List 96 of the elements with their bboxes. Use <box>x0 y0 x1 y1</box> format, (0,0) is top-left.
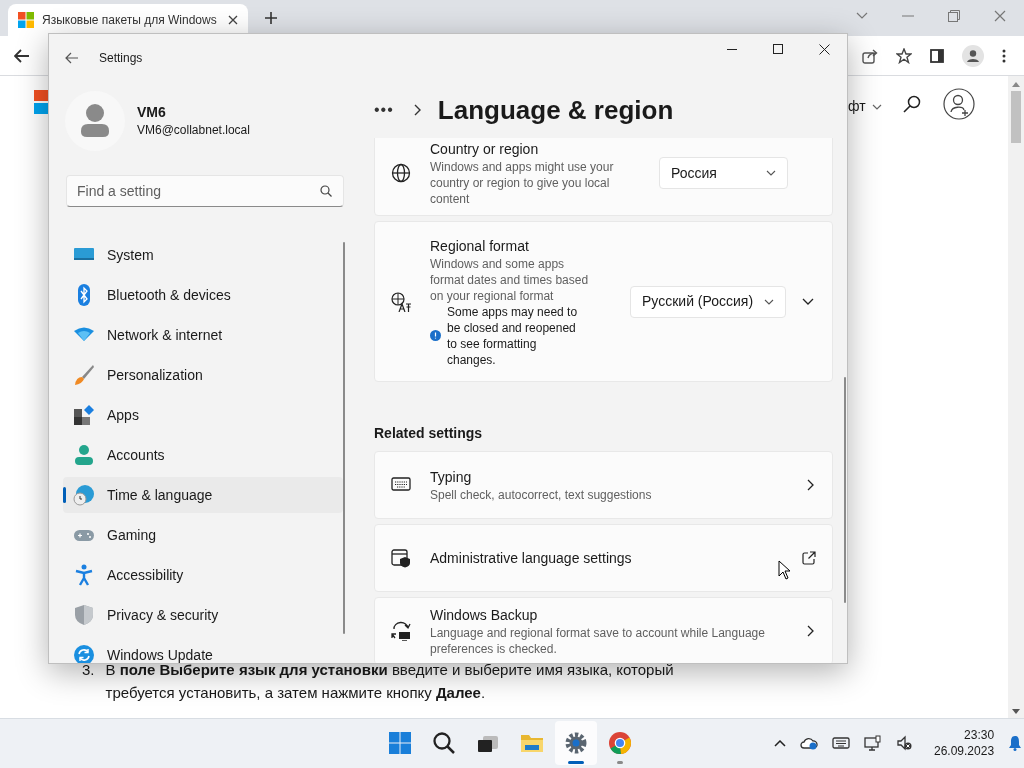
more-menu-icon[interactable] <box>1002 48 1006 63</box>
chevron-down-icon <box>871 103 882 110</box>
nav-item[interactable]: Accessibility <box>63 557 343 593</box>
search-icon[interactable] <box>903 95 921 113</box>
settings-card[interactable]: Windows Backup Language and regional format save to account while Language preferences is checked. <box>374 597 833 663</box>
language-icon <box>391 291 411 312</box>
nav-item[interactable]: Gaming <box>63 517 343 553</box>
close-icon[interactable] <box>819 43 830 55</box>
speaker-muted-icon[interactable] <box>896 735 912 751</box>
shield-icon <box>73 604 95 626</box>
nav-item[interactable]: Bluetooth & devices <box>63 277 343 313</box>
star-icon[interactable] <box>896 47 912 64</box>
scrollbar[interactable] <box>1008 76 1024 718</box>
settings-card[interactable]: Administrative language settings <box>374 524 833 592</box>
chevron-right-icon <box>807 479 814 491</box>
paintbrush-icon <box>73 364 95 386</box>
circle-logo-icon <box>608 731 632 755</box>
chevron-down-icon <box>766 170 776 176</box>
card-description: Windows and some apps format dates and times based on your regional format <box>430 255 590 304</box>
side-panel-icon[interactable] <box>930 48 944 63</box>
scrollbar[interactable] <box>343 242 345 634</box>
nav-item[interactable]: Time & language <box>63 477 343 513</box>
back-arrow-icon[interactable] <box>65 52 79 64</box>
taskbar-app-button[interactable] <box>555 721 597 765</box>
settings-card[interactable]: Typing Spell check, autocorrect, text suggestions <box>374 451 833 519</box>
maximize-icon[interactable] <box>773 44 783 54</box>
browser-tab[interactable]: Языковые пакеты для Windows <box>8 4 248 36</box>
accessibility-icon <box>73 564 95 586</box>
scroll-up-icon[interactable] <box>1012 82 1020 87</box>
nav-item[interactable]: Privacy & security <box>63 597 343 633</box>
card-description: Windows and apps might use your country or region to give you local content <box>430 159 615 207</box>
list-number: 3. <box>82 660 95 680</box>
chevron-up-icon[interactable] <box>774 739 786 747</box>
back-arrow-icon[interactable] <box>14 48 30 63</box>
card-title: Regional format <box>430 236 530 256</box>
chevron-down-icon <box>764 298 774 305</box>
logo-icon <box>34 90 48 114</box>
plus-icon[interactable] <box>264 11 278 25</box>
step-text: В поле Выберите язык для установки введите и выберите имя языка, который требуется установить, а затем нажмите кнопку Далее. <box>105 661 675 703</box>
globe-clock-icon <box>73 484 95 506</box>
nav-item[interactable]: Personalization <box>63 357 343 393</box>
restore-icon[interactable] <box>948 10 960 22</box>
minimize-icon[interactable] <box>727 48 737 50</box>
window-title: Settings <box>99 50 143 67</box>
cloud-icon[interactable] <box>800 736 818 750</box>
card-title: Windows Backup <box>430 606 539 625</box>
chevron-down-icon[interactable] <box>856 12 868 20</box>
mouse-cursor-icon <box>778 560 792 580</box>
share-icon[interactable] <box>862 47 878 64</box>
chevron-right-icon <box>807 625 814 637</box>
user-name: VM6 <box>137 103 167 121</box>
section-heading: Related settings <box>374 424 484 442</box>
profile-icon[interactable] <box>962 44 984 67</box>
info-icon <box>430 330 441 341</box>
keyboard-icon[interactable] <box>832 737 850 749</box>
dropdown[interactable]: Россия <box>659 157 788 189</box>
window-shield-icon <box>391 548 411 568</box>
nav-item[interactable]: Windows Update <box>63 637 343 663</box>
card-title: Country or region <box>430 140 540 159</box>
search-field[interactable]: Find a setting <box>66 175 344 207</box>
nav-item[interactable]: Apps <box>63 397 343 433</box>
account-icon[interactable] <box>943 88 975 120</box>
clock-date[interactable]: 26.09.2023 <box>934 743 995 759</box>
dropdown[interactable]: Русский (Россия) <box>630 285 786 318</box>
nav-item[interactable]: System <box>63 237 343 273</box>
start-icon <box>388 731 412 755</box>
scrollbar[interactable] <box>844 377 846 603</box>
info-note: Some apps may need to be closed and reopened to see formatting changes. <box>447 303 579 368</box>
network-icon[interactable] <box>864 735 882 751</box>
close-icon[interactable] <box>228 15 238 25</box>
person-icon <box>73 444 95 466</box>
apps-icon <box>73 404 95 426</box>
bell-icon[interactable] <box>1008 735 1023 751</box>
card-description: Spell check, autocorrect, text suggestions <box>430 487 653 503</box>
windows-logo-icon <box>18 12 34 28</box>
search-icon <box>320 185 332 197</box>
gear-icon <box>564 731 588 755</box>
sync-monitor-icon <box>391 621 411 641</box>
tab-title: Языковые пакеты для Windows <box>42 12 218 29</box>
external-link-icon <box>802 551 816 565</box>
scroll-down-icon[interactable] <box>1012 709 1020 714</box>
nav-item[interactable]: Accounts <box>63 437 343 473</box>
search-icon <box>432 731 456 755</box>
page-title: Language & region <box>437 93 674 127</box>
breadcrumb-more-button[interactable]: ••• <box>374 98 394 122</box>
card-title: Typing <box>430 468 473 487</box>
clock-time[interactable]: 23:30 <box>964 727 995 743</box>
globe-icon <box>391 163 411 183</box>
scroll-thumb[interactable] <box>1011 91 1021 143</box>
user-email: VM6@collabnet.local <box>137 122 250 139</box>
chevron-right-icon <box>413 104 422 116</box>
menu-link[interactable]: фт <box>848 96 882 117</box>
expand-chevron-icon[interactable] <box>802 298 814 305</box>
card-description: Language and regional format save to account while Language preferences is checked. <box>430 625 766 657</box>
card-title: Administrative language settings <box>430 549 633 568</box>
nav-item[interactable]: Network & internet <box>63 317 343 353</box>
